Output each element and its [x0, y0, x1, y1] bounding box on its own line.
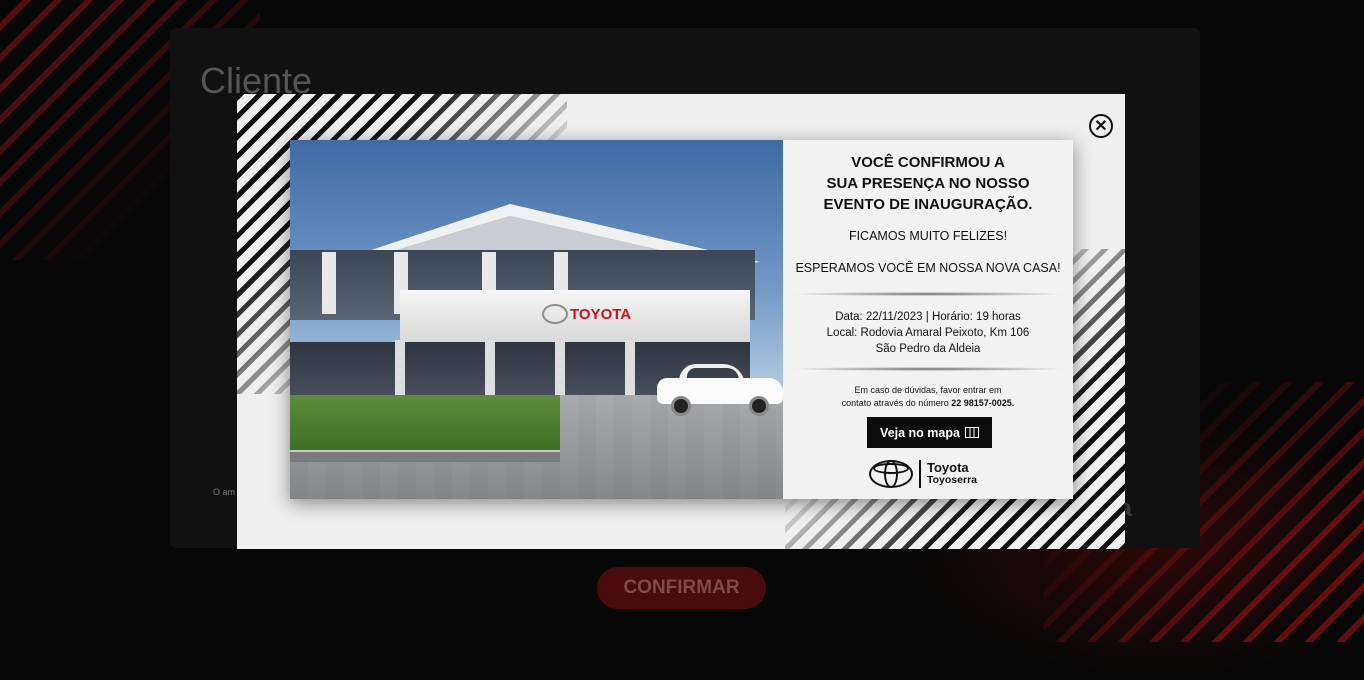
contact-info: Em caso de dúvidas, favor entrar em cont… — [841, 385, 1015, 408]
brand-dealer: Toyoserra — [927, 474, 977, 486]
toyota-logo-icon — [869, 460, 913, 488]
dealership-building-image: TOYOTA — [290, 140, 783, 499]
welcome-message: ESPERAMOS VOCÊ EM NOSSA NOVA CASA! — [795, 261, 1061, 275]
happy-message: FICAMOS MUITO FELIZES! — [848, 229, 1008, 243]
background-footnote: O am — [213, 487, 236, 497]
invitation-card: TOYOTA VOCÊ CONFIRMOU A SUA PRESENÇA NO … — [290, 140, 1073, 499]
event-details: Data: 22/11/2023 | Horário: 19 horas Loc… — [826, 311, 1030, 355]
brand-name: Toyota — [927, 460, 969, 475]
grass-area — [290, 395, 560, 456]
toyota-toyoserra-logo: Toyota Toyoserra — [869, 457, 999, 491]
toyota-emblem-icon — [542, 304, 568, 324]
confirm-button[interactable]: CONFIRMAR — [597, 567, 766, 609]
headline: VOCÊ CONFIRMOU A SUA PRESENÇA NO NOSSO E… — [823, 154, 1033, 213]
divider — [793, 292, 1063, 296]
confirmation-modal: ✕ TOYOTA VOCÊ CONFIRMOU A SUA PRESENÇA N… — [237, 94, 1125, 549]
invitation-info-panel: VOCÊ CONFIRMOU A SUA PRESENÇA NO NOSSO E… — [783, 140, 1073, 499]
contact-phone: 22 98157-0025. — [951, 398, 1015, 408]
map-icon — [964, 427, 979, 438]
divider — [793, 367, 1063, 371]
building-sign: TOYOTA — [570, 306, 632, 323]
close-icon[interactable]: ✕ — [1089, 114, 1113, 138]
white-car — [657, 364, 783, 416]
view-map-button[interactable]: Veja no mapa — [867, 417, 992, 448]
